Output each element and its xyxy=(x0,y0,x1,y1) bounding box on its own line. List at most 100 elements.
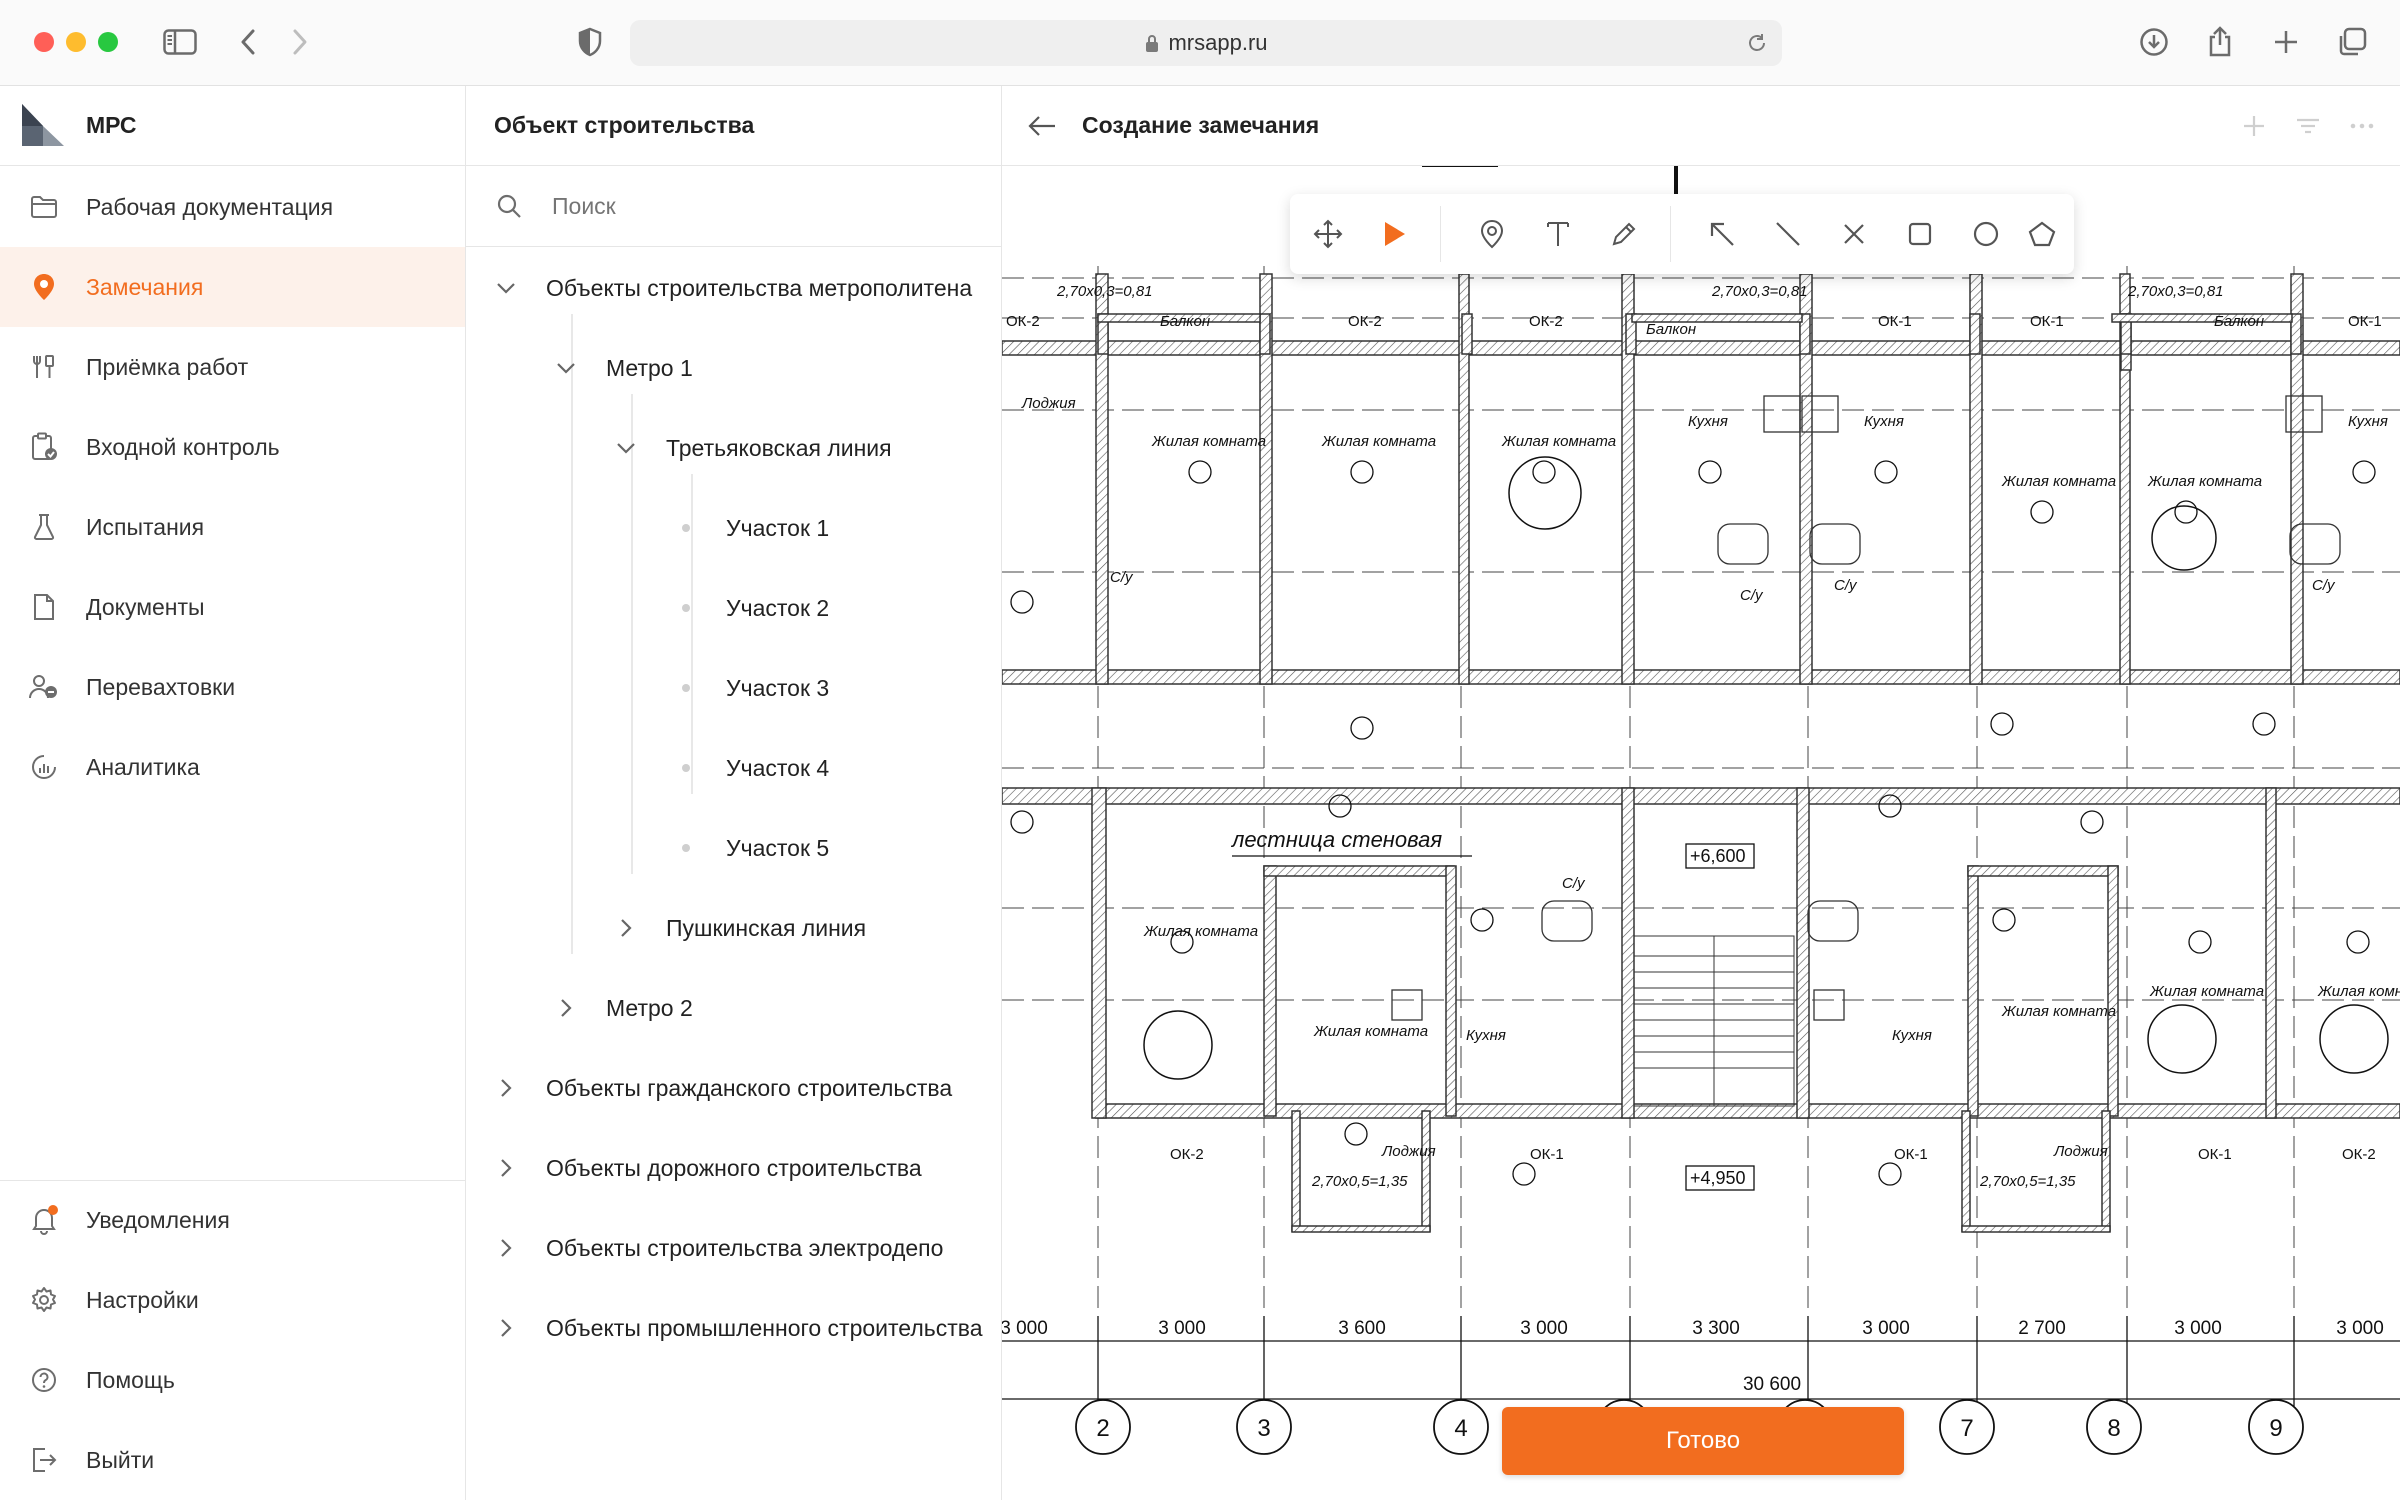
tree-node-metro-objects[interactable]: Объекты строительства метрополитена xyxy=(494,248,972,328)
sidebar-item-work-documentation[interactable]: Рабочая документация xyxy=(0,167,465,247)
line-icon[interactable] xyxy=(1766,212,1810,256)
search-field[interactable] xyxy=(466,166,1001,246)
gear-icon xyxy=(28,1284,60,1316)
sidebar-item-label: Рабочая документация xyxy=(86,193,334,220)
tree-node-section-1[interactable]: Участок 1 xyxy=(674,488,829,568)
sidebar-item-label: Замечания xyxy=(86,273,204,300)
tree-node-section-3[interactable]: Участок 3 xyxy=(674,648,829,728)
tree-node-depot-objects[interactable]: Объекты строительства электродепо xyxy=(494,1208,943,1288)
reload-icon[interactable] xyxy=(1746,32,1768,54)
url-text: mrsapp.ru xyxy=(1168,30,1268,55)
object-tree-panel: Объект строительства Объекты строительст… xyxy=(466,86,1002,1500)
pencil-icon[interactable] xyxy=(1602,212,1646,256)
svg-text:2,70х0,5=1,35: 2,70х0,5=1,35 xyxy=(1311,1173,1408,1190)
close-window-icon[interactable] xyxy=(34,32,54,52)
chevron-right-icon[interactable] xyxy=(554,996,578,1020)
rectangle-icon[interactable] xyxy=(1898,212,1942,256)
filter-icon[interactable] xyxy=(2292,110,2324,142)
svg-text:3 000: 3 000 xyxy=(2174,1318,2222,1339)
address-bar[interactable]: mrsapp.ru xyxy=(630,20,1782,66)
search-input[interactable] xyxy=(552,186,972,226)
svg-text:Жилая комната: Жилая комната xyxy=(2149,983,2264,1000)
more-icon[interactable] xyxy=(2346,110,2378,142)
tree-node-industrial-objects[interactable]: Объекты промышленного строительства xyxy=(494,1288,983,1368)
sidebar-item-logout[interactable]: Выйти xyxy=(0,1420,465,1500)
document-icon xyxy=(28,591,60,623)
polygon-icon[interactable] xyxy=(2020,212,2064,256)
plan-title: Создание замечания xyxy=(1082,112,1320,138)
svg-text:Жилая комната: Жилая комната xyxy=(1151,433,1266,450)
sidebar-item-notifications[interactable]: Уведомления xyxy=(0,1180,465,1260)
floor-plan-drawing[interactable]: Жилая комната Жилая комната Жилая комнат… xyxy=(1002,166,2400,1500)
tree-node-pushkinskaya-line[interactable]: Пушкинская линия xyxy=(614,888,866,968)
chevron-right-icon[interactable] xyxy=(494,1236,518,1260)
tree-node-label: Метро 1 xyxy=(606,354,693,381)
svg-text:2 700: 2 700 xyxy=(2018,1318,2066,1339)
svg-text:Жилая комната: Жилая комната xyxy=(2317,983,2400,1000)
text-tool-icon[interactable] xyxy=(1536,212,1580,256)
tree-node-section-5[interactable]: Участок 5 xyxy=(674,808,829,888)
chevron-down-icon[interactable] xyxy=(494,276,518,300)
tree-node-section-2[interactable]: Участок 2 xyxy=(674,568,829,648)
people-icon xyxy=(28,671,60,703)
sidebar-item-label: Испытания xyxy=(86,513,205,540)
flask-icon xyxy=(28,511,60,543)
svg-text:ОК-1: ОК-1 xyxy=(2348,313,2382,330)
circle-icon[interactable] xyxy=(1964,212,2008,256)
location-pin-icon[interactable] xyxy=(1470,212,1514,256)
tree-node-metro-1[interactable]: Метро 1 xyxy=(554,328,693,408)
sidebar-toggle-icon[interactable] xyxy=(158,20,202,64)
arrow-icon[interactable] xyxy=(1700,212,1744,256)
plan-header: Создание замечания xyxy=(1002,86,2400,166)
downloads-icon[interactable] xyxy=(2132,20,2176,64)
zoom-window-icon[interactable] xyxy=(98,32,118,52)
svg-text:Балкон: Балкон xyxy=(1160,313,1210,330)
select-cursor-icon[interactable] xyxy=(1372,212,1416,256)
svg-text:ОК-1: ОК-1 xyxy=(1878,313,1912,330)
tree-node-section-4[interactable]: Участок 4 xyxy=(674,728,829,808)
chevron-right-icon[interactable] xyxy=(494,1316,518,1340)
privacy-shield-icon[interactable] xyxy=(568,20,612,64)
app-logo[interactable] xyxy=(22,102,64,148)
drawing-toolbar xyxy=(1290,194,2074,274)
tab-overview-icon[interactable] xyxy=(2330,20,2374,64)
room-texts: Жилая комната Жилая комната Жилая комнат… xyxy=(1021,283,2400,1190)
sidebar-item-work-acceptance[interactable]: Приёмка работ xyxy=(0,327,465,407)
tree-node-metro-2[interactable]: Метро 2 xyxy=(554,968,693,1048)
chevron-right-icon[interactable] xyxy=(494,1156,518,1180)
cross-icon[interactable] xyxy=(1832,212,1876,256)
done-button[interactable]: Готово xyxy=(1502,1407,1904,1475)
back-nav-icon[interactable] xyxy=(226,20,270,64)
svg-text:ОК-2: ОК-2 xyxy=(1170,1146,1204,1163)
sidebar-item-shift-changes[interactable]: Перевахтовки xyxy=(0,647,465,727)
back-arrow-icon[interactable] xyxy=(1024,108,1060,144)
tree-node-civil-objects[interactable]: Объекты гражданского строительства xyxy=(494,1048,952,1128)
move-icon[interactable] xyxy=(1306,212,1350,256)
stair xyxy=(1633,935,1795,1107)
browser-toolbar: mrsapp.ru xyxy=(0,0,2400,86)
sidebar-item-label: Настройки xyxy=(86,1286,199,1313)
chevron-right-icon[interactable] xyxy=(494,1076,518,1100)
analytics-icon xyxy=(28,751,60,783)
sidebar-item-incoming-control[interactable]: Входной контроль xyxy=(0,407,465,487)
chevron-right-icon[interactable] xyxy=(614,916,638,940)
svg-text:С/у: С/у xyxy=(1562,875,1586,892)
chevron-down-icon[interactable] xyxy=(614,436,638,460)
plus-icon[interactable] xyxy=(2238,110,2270,142)
share-icon[interactable] xyxy=(2198,20,2242,64)
sidebar-item-tests[interactable]: Испытания xyxy=(0,487,465,567)
sidebar-item-settings[interactable]: Настройки xyxy=(0,1260,465,1340)
svg-text:2,70х0,3=0,81: 2,70х0,3=0,81 xyxy=(1711,283,1808,300)
sidebar-item-label: Уведомления xyxy=(86,1206,230,1233)
svg-text:Жилая комната: Жилая комната xyxy=(1321,433,1436,450)
tree-node-tretyakovskaya-line[interactable]: Третьяковская линия xyxy=(614,408,892,488)
new-tab-icon[interactable] xyxy=(2264,20,2308,64)
forward-nav-icon[interactable] xyxy=(278,20,322,64)
minimize-window-icon[interactable] xyxy=(66,32,86,52)
sidebar-item-help[interactable]: Помощь xyxy=(0,1340,465,1420)
sidebar-item-analytics[interactable]: Аналитика xyxy=(0,727,465,807)
sidebar-item-remarks[interactable]: Замечания xyxy=(0,247,465,327)
chevron-down-icon[interactable] xyxy=(554,356,578,380)
sidebar-item-documents[interactable]: Документы xyxy=(0,567,465,647)
tree-node-road-objects[interactable]: Объекты дорожного строительства xyxy=(494,1128,922,1208)
